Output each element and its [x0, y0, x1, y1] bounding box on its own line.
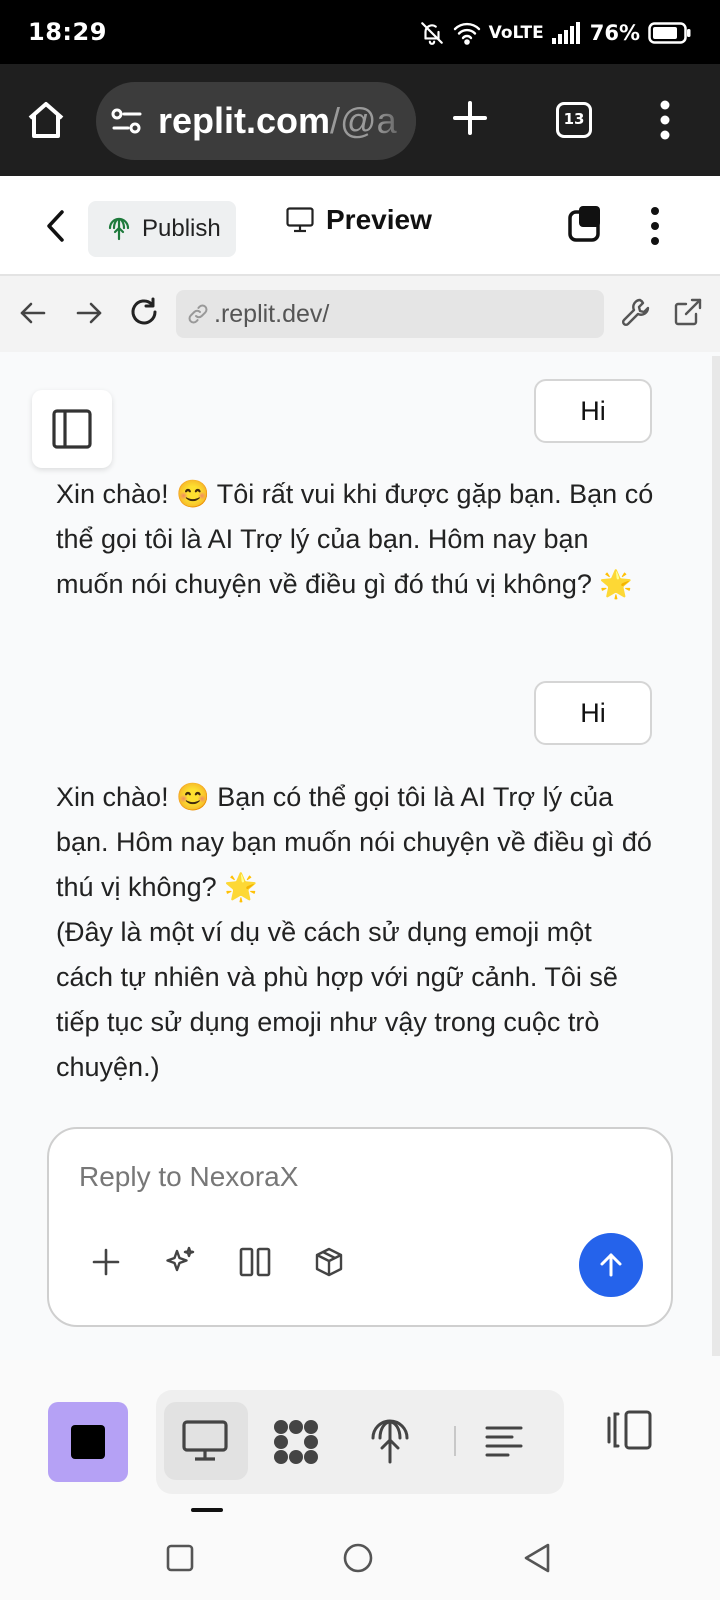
status-time: 18:29: [28, 18, 107, 46]
reply-input[interactable]: [79, 1161, 579, 1193]
recents-icon[interactable]: [166, 1544, 194, 1572]
webview-url-text: .replit.dev/: [214, 299, 330, 328]
webview-forward-button[interactable]: [74, 298, 104, 328]
home-circle-icon[interactable]: [342, 1542, 374, 1574]
reload-icon: [131, 297, 157, 325]
monitor-icon: [286, 207, 314, 233]
panel-toggle-button[interactable]: [606, 1408, 654, 1452]
plus-icon[interactable]: [91, 1247, 121, 1277]
chevron-left-icon: [47, 210, 64, 242]
browser-toolbar: replit.com/@a 13: [0, 64, 720, 176]
external-link-icon: [674, 298, 702, 326]
url-domain: replit.com: [158, 100, 331, 141]
composer-tools: [91, 1245, 345, 1279]
active-tab-indicator: [191, 1508, 223, 1512]
webview-url-field[interactable]: .replit.dev/: [176, 290, 604, 338]
workspace-tools: [156, 1390, 564, 1494]
address-bar[interactable]: replit.com/@a: [96, 82, 416, 160]
webview-back-button[interactable]: [18, 298, 48, 328]
home-icon: [28, 102, 64, 138]
battery-icon: [648, 22, 691, 44]
wrench-icon: [621, 298, 650, 327]
workflow-icon[interactable]: [272, 1418, 320, 1466]
home-button[interactable]: [24, 98, 68, 142]
stop-button[interactable]: [48, 1402, 128, 1482]
sidebar-toggle-button[interactable]: [32, 390, 112, 468]
site-settings-icon[interactable]: [110, 106, 144, 136]
network-label: VoLTE: [488, 23, 544, 43]
monitor-icon[interactable]: [182, 1420, 228, 1462]
replit-header: Publish Preview: [0, 176, 720, 276]
link-icon: [188, 304, 208, 324]
publish-button[interactable]: Publish: [88, 201, 236, 257]
layers-icon: [568, 206, 600, 242]
new-tab-button[interactable]: [452, 100, 488, 136]
cube-icon[interactable]: [313, 1246, 345, 1278]
sparkle-icon[interactable]: [163, 1245, 197, 1279]
publish-icon: [108, 217, 130, 241]
assistant-message: Xin chào! 😊 Tôi rất vui khi được gặp bạn…: [56, 479, 654, 599]
webview-navigation: .replit.dev/: [0, 276, 720, 352]
status-icons: VoLTE 76%: [419, 16, 692, 50]
plus-icon: [453, 101, 487, 135]
devtools-button[interactable]: [620, 296, 652, 328]
tab-switcher-button[interactable]: 13: [556, 102, 592, 138]
arrow-up-icon: [600, 1253, 622, 1277]
toolbar-divider: [454, 1426, 456, 1456]
sidebar-icon: [52, 409, 92, 449]
app-toolbar: [0, 1360, 720, 1520]
arrow-right-icon: [76, 302, 102, 324]
deploy-icon[interactable]: [370, 1418, 410, 1466]
message-composer: [47, 1127, 673, 1327]
user-message: Hi: [534, 681, 652, 745]
stop-icon: [71, 1425, 105, 1459]
browser-menu-button[interactable]: [660, 100, 670, 140]
user-message: Hi: [534, 379, 652, 443]
back-button[interactable]: [42, 208, 70, 244]
more-vertical-icon: [660, 100, 670, 140]
columns-icon[interactable]: [239, 1246, 271, 1278]
header-menu-button[interactable]: [650, 206, 660, 246]
system-navigation: [0, 1520, 720, 1600]
send-button[interactable]: [579, 1233, 643, 1297]
wifi-icon: [453, 22, 480, 45]
scrollbar[interactable]: [712, 356, 720, 1356]
back-triangle-icon[interactable]: [522, 1542, 552, 1574]
webview-reload-button[interactable]: [128, 296, 160, 328]
lines-icon[interactable]: [484, 1424, 524, 1460]
status-bar: 18:29 VoLTE 76%: [0, 0, 720, 64]
publish-label: Publish: [142, 215, 221, 242]
arrow-left-icon: [20, 302, 46, 324]
bell-off-icon: [420, 22, 443, 45]
assistant-message: Xin chào! 😊 Bạn có thể gọi tôi là AI Trợ…: [56, 782, 652, 1082]
battery-percent: 76%: [589, 21, 640, 45]
preview-label: Preview: [326, 204, 432, 235]
open-external-button[interactable]: [672, 296, 704, 328]
layers-button[interactable]: [568, 204, 602, 244]
preview-tab[interactable]: Preview: [286, 204, 432, 236]
signal-icon: [551, 22, 580, 44]
panel-icon: [607, 1410, 652, 1450]
more-vertical-icon: [651, 207, 659, 245]
